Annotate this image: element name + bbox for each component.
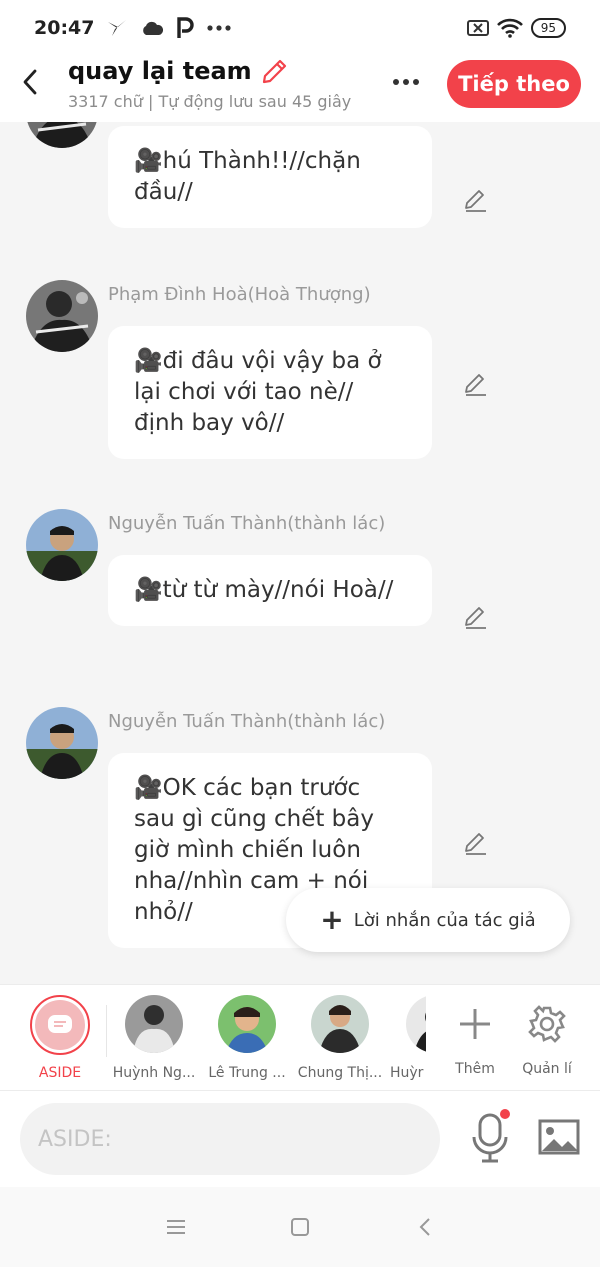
system-nav-bar: [0, 1187, 600, 1267]
character-item[interactable]: Huỳnh Ng...: [110, 995, 198, 1081]
aside-avatar: [30, 995, 90, 1055]
character-name: Huỳr: [390, 1065, 424, 1081]
aside-chat-icon: [48, 1015, 72, 1033]
status-bar: 20:47 95: [0, 0, 600, 56]
add-character-button[interactable]: Thêm: [446, 995, 504, 1077]
message-text: 🎥hú Thành!!//chặn đầu//: [134, 148, 361, 205]
message-bubble[interactable]: 🎥hú Thành!!//chặn đầu//: [108, 126, 432, 228]
message-text: 🎥đi đâu vội vậy ba ở lại chơi với tao nè…: [134, 348, 382, 436]
character-name: Chung Thị...: [297, 1065, 383, 1081]
character-item[interactable]: Lê Trung ...: [203, 995, 291, 1081]
author-note-button[interactable]: + Lời nhắn của tác giả: [286, 888, 570, 952]
edit-message-icon[interactable]: [462, 829, 490, 857]
microphone-icon[interactable]: [468, 1113, 512, 1165]
sender-name: Phạm Đình Hoà(Hoà Thượng): [108, 284, 371, 305]
edit-title-icon[interactable]: [260, 56, 290, 86]
avatar[interactable]: [26, 122, 98, 148]
back-button[interactable]: [16, 66, 44, 98]
aside-label: ASIDE: [38, 1065, 82, 1081]
character-avatar: [218, 995, 276, 1053]
page-title: quay lại team: [68, 57, 252, 85]
character-avatar: [311, 995, 369, 1053]
p-app-icon: [177, 17, 195, 38]
image-icon[interactable]: [538, 1119, 580, 1155]
divider: [106, 1005, 107, 1057]
home-nav-icon[interactable]: [288, 1215, 312, 1239]
status-time: 20:47: [34, 17, 95, 39]
plus-icon: [460, 1009, 490, 1039]
message-bubble[interactable]: 🎥từ từ mày//nói Hoà//: [108, 555, 432, 626]
input-bar: [0, 1091, 600, 1187]
back-nav-icon[interactable]: [414, 1215, 438, 1239]
next-button[interactable]: Tiếp theo: [447, 60, 581, 108]
manage-label: Quản lí: [522, 1061, 572, 1077]
sender-name: Nguyễn Tuấn Thành(thành lác): [108, 711, 386, 732]
cloud-icon: [143, 21, 164, 35]
character-aside[interactable]: ASIDE: [30, 995, 90, 1081]
character-avatar: [406, 995, 426, 1053]
message-bubble[interactable]: 🎥đi đâu vội vậy ba ở lại chơi với tao nè…: [108, 326, 432, 459]
editor-header: quay lại team 3317 chữ | Tự động lưu sau…: [0, 56, 600, 122]
sim-off-icon: [466, 20, 489, 36]
wifi-icon: [496, 18, 523, 38]
avatar[interactable]: [26, 280, 98, 352]
story-chat-list[interactable]: 🎥hú Thành!!//chặn đầu// Phạm Đình Hoà(Ho…: [0, 122, 600, 984]
app-notification-icon: [108, 20, 127, 36]
character-bar: ASIDE Huỳnh Ng... Lê Trung ... Chung Thị…: [0, 984, 600, 1091]
message-input[interactable]: [20, 1103, 440, 1175]
avatar[interactable]: [26, 509, 98, 581]
character-name: Lê Trung ...: [208, 1065, 286, 1081]
notification-dot: [500, 1109, 510, 1119]
avatar[interactable]: [26, 707, 98, 779]
sender-name: Nguyễn Tuấn Thành(thành lác): [108, 513, 386, 534]
menu-nav-icon[interactable]: [164, 1215, 188, 1239]
more-options-button[interactable]: [386, 70, 426, 94]
author-note-label: Lời nhắn của tác giả: [353, 909, 536, 931]
more-notifications-icon: [207, 25, 232, 31]
message-text: 🎥từ từ mày//nói Hoà//: [134, 577, 394, 603]
character-item[interactable]: Huỳr: [390, 995, 426, 1081]
edit-message-icon[interactable]: [462, 370, 490, 398]
character-name: Huỳnh Ng...: [112, 1065, 196, 1081]
edit-message-icon[interactable]: [462, 186, 490, 214]
battery-indicator: 95: [530, 18, 566, 38]
edit-message-icon[interactable]: [462, 603, 490, 631]
manage-characters-button[interactable]: Quản lí: [518, 995, 576, 1077]
back-arrow-icon: [23, 69, 37, 95]
word-count-autosave: 3317 chữ | Tự động lưu sau 45 giây: [68, 92, 352, 111]
plus-icon: +: [320, 903, 344, 936]
character-item[interactable]: Chung Thị...: [296, 995, 384, 1081]
add-label: Thêm: [455, 1061, 495, 1077]
character-avatar: [125, 995, 183, 1053]
gear-icon: [528, 1005, 566, 1043]
